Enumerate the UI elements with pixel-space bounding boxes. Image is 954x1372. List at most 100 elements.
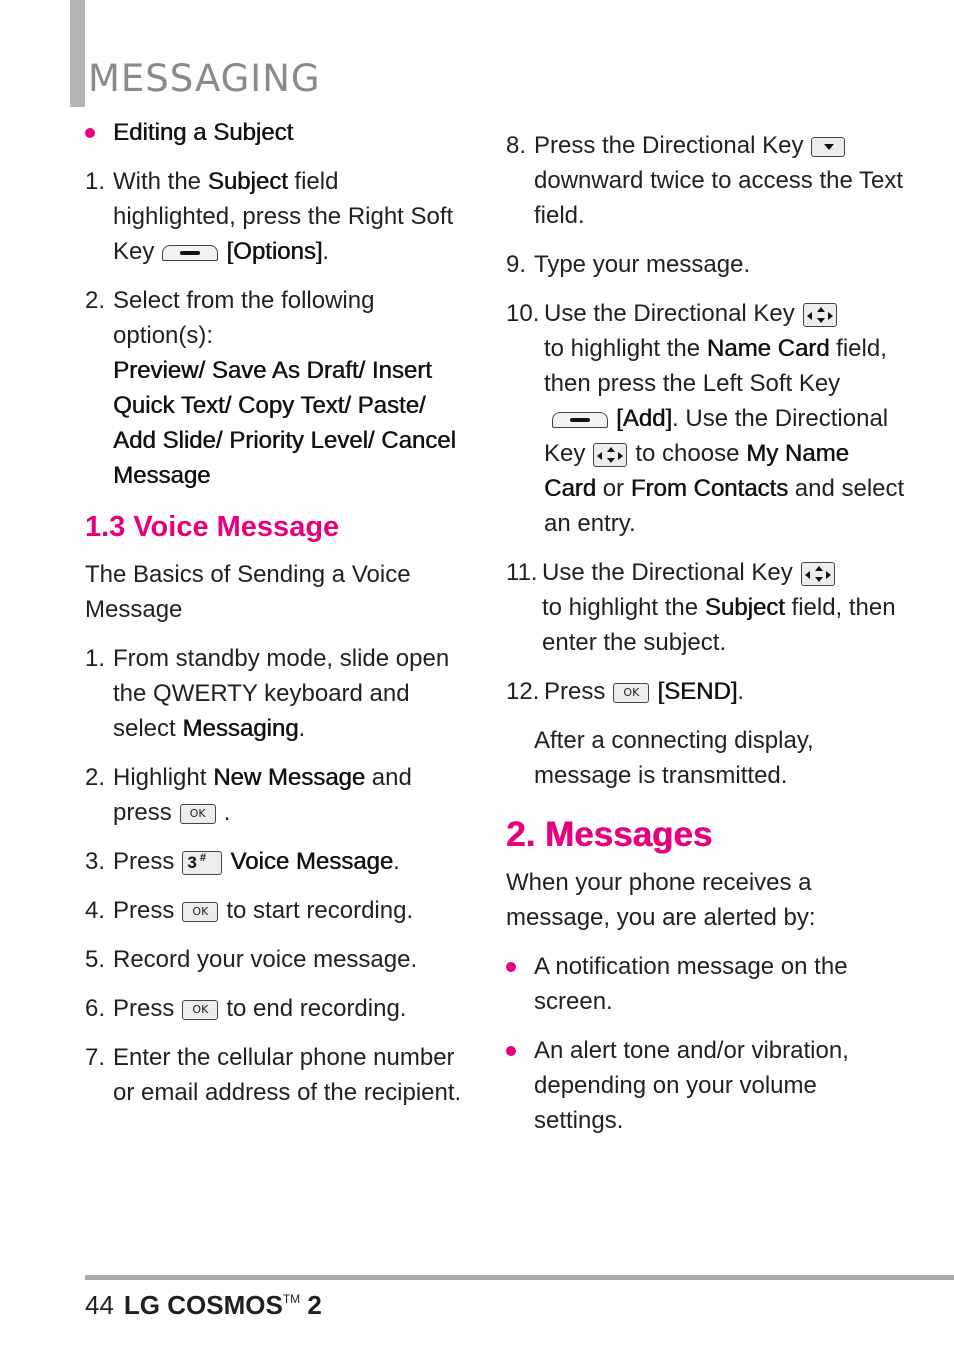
bullet-dot-icon [506, 949, 534, 1019]
bullet-label: Editing a Subject [113, 119, 294, 146]
step-number: 2. [85, 287, 106, 314]
header-accent-bar [70, 0, 85, 107]
step-number: 11. [506, 559, 538, 586]
text: to start recording. [226, 897, 414, 924]
bullet-dot-icon [85, 115, 113, 150]
left-soft-key-icon [552, 411, 608, 428]
directional-key-icon [800, 561, 835, 586]
text: to highlight the [544, 335, 707, 362]
model-number: 2 [307, 1290, 322, 1320]
bold-text: New Message [213, 764, 366, 791]
alert-bullet: An alert tone and/or vibration, dependin… [506, 1033, 906, 1138]
text: . [223, 799, 231, 826]
step-number: 2. [85, 764, 106, 791]
voice-step-1: 1. From standby mode, slide open the QWE… [85, 641, 465, 746]
trademark-symbol: TM [282, 1292, 301, 1306]
alert-bullet: A notification message on the screen. [506, 949, 906, 1019]
text: Press [544, 678, 606, 705]
bold-text: [Add] [616, 405, 673, 432]
key-3-icon: 3 # [182, 850, 223, 875]
text: Press [113, 995, 175, 1022]
text: to end recording. [226, 995, 407, 1022]
step-text: Use the Directional Key to highlight the … [544, 296, 906, 541]
text: With the [113, 168, 208, 195]
bold-text: Messaging [182, 715, 299, 742]
step-number: 3. [85, 848, 106, 875]
bold-text: [Options] [226, 238, 323, 265]
text: Select from the following option(s): [113, 287, 375, 349]
bullet-text: An alert tone and/or vibration, dependin… [534, 1037, 849, 1134]
voice-step-9: 9. Type your message. [506, 247, 906, 282]
text: . [737, 678, 745, 705]
step-text: Select from the following option(s): Prev… [113, 283, 465, 493]
directional-key-down-icon [811, 136, 846, 157]
bullet-dot-icon [506, 1033, 534, 1138]
step-number: 12. [506, 678, 540, 705]
bold-text: Name Card [706, 335, 830, 362]
voice-step-2: 2. Highlight New Message and press OK. [85, 760, 465, 830]
step-number: 8. [506, 132, 527, 159]
right-column: 8. Press the Directional Key downward twi… [506, 128, 906, 1152]
ok-key-icon: OK [179, 803, 216, 824]
bold-text: Voice Message [230, 848, 394, 875]
options-list: Preview/ Save As Draft/ Insert Quick Tex… [113, 357, 456, 489]
voice-step-11: 11. Use the Directional Key to highlight … [506, 555, 906, 660]
edit-step-2: 2. Select from the following option(s): P… [85, 283, 465, 493]
footer-divider [85, 1275, 954, 1280]
voice-step-10: 10. Use the Directional Key to highlight … [506, 296, 906, 541]
step-text: Enter the cellular phone number or email… [113, 1044, 462, 1106]
step-text: Press 3 # Voice Message. [113, 844, 465, 879]
bold-text: From Contacts [630, 475, 789, 502]
text: Press [113, 897, 175, 924]
section-heading-messages: 2. Messages [506, 815, 713, 854]
voice-step-3: 3. Press 3 # Voice Message. [85, 844, 465, 879]
step-number: 6. [85, 995, 106, 1022]
page-footer: 44 LG COSMOSTM 2 [85, 1290, 322, 1321]
after-send-note: After a connecting display, message is t… [534, 727, 814, 789]
left-column: Editing a Subject 1. With the Subject fi… [85, 115, 465, 1124]
voice-step-6: 6. Press OK to end recording. [85, 991, 465, 1026]
product-name: LG COSMOSTM 2 [124, 1290, 322, 1320]
step-text: With the Subject field highlighted, pres… [113, 164, 465, 269]
step-text: Record your voice message. [113, 946, 418, 973]
directional-key-icon [802, 302, 837, 327]
step-text: Press the Directional Key downward twice … [534, 128, 906, 233]
right-soft-key-icon [162, 244, 219, 261]
voice-step-12: 12. Press OK [SEND]. [506, 674, 906, 709]
step-text: Use the Directional Key to highlight the … [542, 555, 906, 660]
bold-text: Subject [207, 168, 288, 195]
edit-step-1: 1. With the Subject field highlighted, p… [85, 164, 465, 269]
ok-key-icon: OK [182, 999, 219, 1020]
text: to highlight the [542, 594, 705, 621]
step-number: 7. [85, 1044, 106, 1071]
key-sup: # [199, 851, 206, 864]
section-heading-voice-message: 1.3 Voice Message [85, 511, 340, 543]
key-label: 3 [187, 852, 197, 872]
step-number: 1. [85, 168, 106, 195]
text: Highlight [113, 764, 214, 791]
page-title: MESSAGING [88, 56, 321, 100]
step-text: Highlight New Message and press OK. [113, 760, 465, 830]
step-text: Type your message. [534, 251, 751, 278]
step-number: 9. [506, 251, 527, 278]
ok-key-icon: OK [182, 901, 219, 922]
step-text: From standby mode, slide open the QWERTY… [113, 641, 465, 746]
bold-text: [SEND] [657, 678, 738, 705]
step-number: 1. [85, 645, 106, 672]
voice-intro: The Basics of Sending a Voice Message [85, 561, 411, 623]
text: Use the Directional Key [544, 300, 795, 327]
voice-step-5: 5. Record your voice message. [85, 942, 465, 977]
step-text: Press OK to end recording. [113, 991, 465, 1026]
text: Press [113, 848, 175, 875]
voice-step-8: 8. Press the Directional Key downward twi… [506, 128, 906, 233]
ok-key-icon: OK [613, 682, 650, 703]
step-number: 10. [506, 300, 540, 327]
brand-text: LG COSMOS [123, 1290, 283, 1320]
text: or [596, 475, 631, 502]
text: . [393, 848, 400, 875]
text: . [298, 715, 306, 742]
text: Use the Directional Key [542, 559, 793, 586]
directional-key-icon [593, 442, 628, 467]
text: to choose [635, 440, 747, 467]
bullet-editing-subject: Editing a Subject [85, 115, 465, 150]
